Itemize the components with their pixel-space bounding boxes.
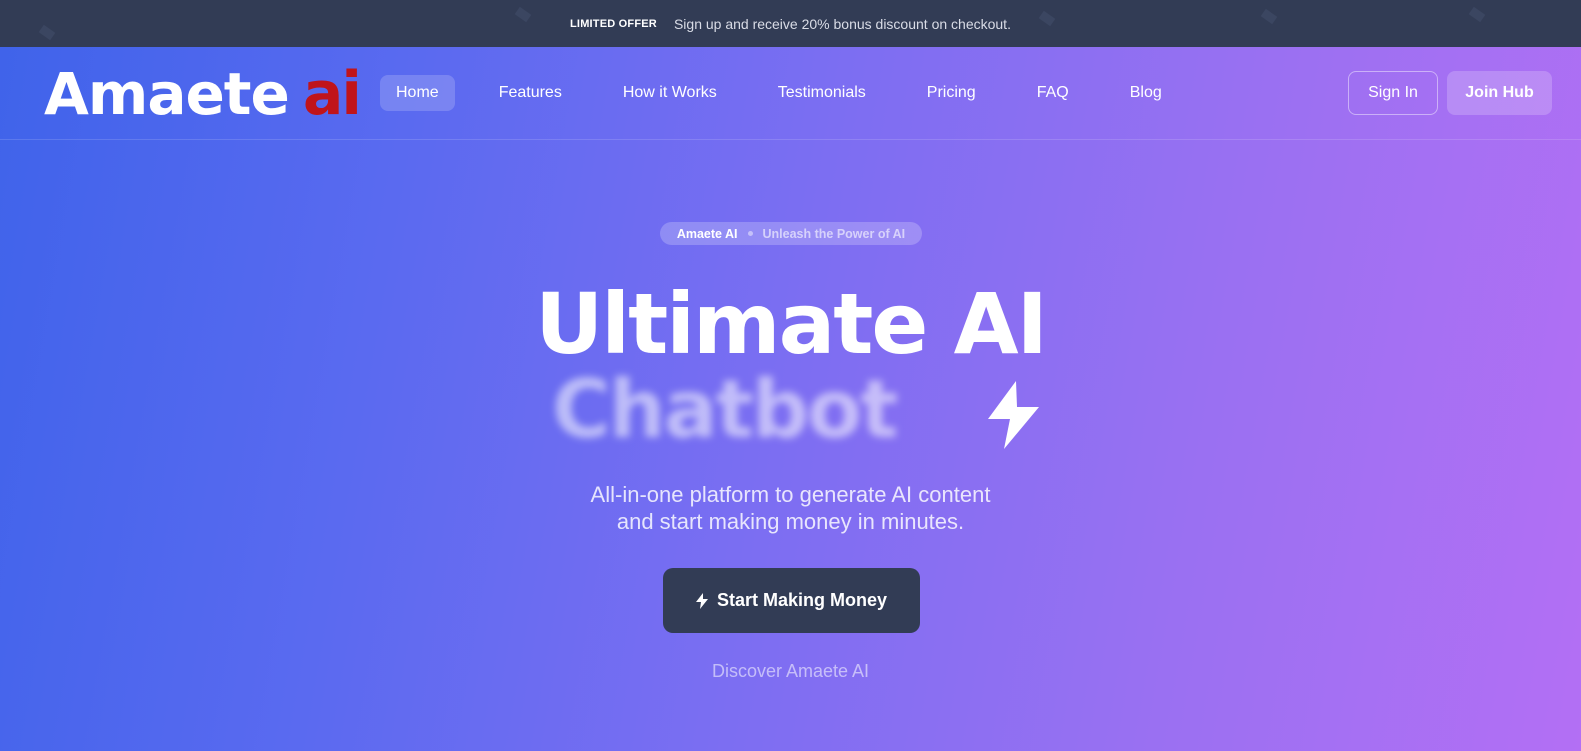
brand-name: Amaete: [44, 60, 290, 128]
subtitle-line-1: All-in-one platform to generate AI conte…: [590, 482, 991, 507]
hero-rotating-word: Chatbot: [552, 363, 898, 456]
cta-label: Start Making Money: [716, 590, 888, 610]
nav-item-home[interactable]: Home: [380, 75, 455, 111]
bolt-icon: [695, 592, 708, 609]
badge-brand: Amaete AI: [676, 226, 738, 241]
nav-item-pricing[interactable]: Pricing: [911, 75, 992, 111]
badge-tagline: Unleash the Power of AI: [762, 226, 906, 241]
brand-logo[interactable]: Amaete ai: [44, 59, 362, 129]
nav-item-how-it-works[interactable]: How it Works: [607, 75, 733, 111]
offer-tag: LIMITED OFFER: [570, 17, 657, 30]
announcement-bar: LIMITED OFFER Sign up and receive 20% bo…: [0, 0, 1581, 47]
hero-badge: Amaete AI Unleash the Power of AI: [660, 222, 922, 245]
join-hub-button[interactable]: Join Hub: [1447, 71, 1552, 115]
nav-item-testimonials[interactable]: Testimonials: [762, 75, 882, 111]
subtitle-line-2: and start making money in minutes.: [616, 509, 965, 534]
nav-item-faq[interactable]: FAQ: [1021, 75, 1085, 111]
sign-in-button[interactable]: Sign In: [1348, 71, 1438, 115]
hero-subtitle: All-in-one platform to generate AI conte…: [0, 481, 1581, 535]
main-nav: Home Features How it Works Testimonials …: [380, 75, 1207, 111]
nav-item-features[interactable]: Features: [483, 75, 578, 111]
discover-link[interactable]: Discover Amaete AI: [0, 661, 1581, 682]
brand-suffix: ai: [302, 59, 362, 129]
hero-title: Ultimate AI: [535, 275, 1048, 373]
site-header: Amaete ai Home Features How it Works Tes…: [0, 47, 1581, 140]
nav-item-blog[interactable]: Blog: [1114, 75, 1178, 111]
bolt-icon: [988, 381, 1039, 449]
start-making-money-button[interactable]: Start Making Money: [663, 568, 920, 633]
offer-text: Sign up and receive 20% bonus discount o…: [673, 15, 1011, 32]
badge-separator: [747, 231, 753, 236]
